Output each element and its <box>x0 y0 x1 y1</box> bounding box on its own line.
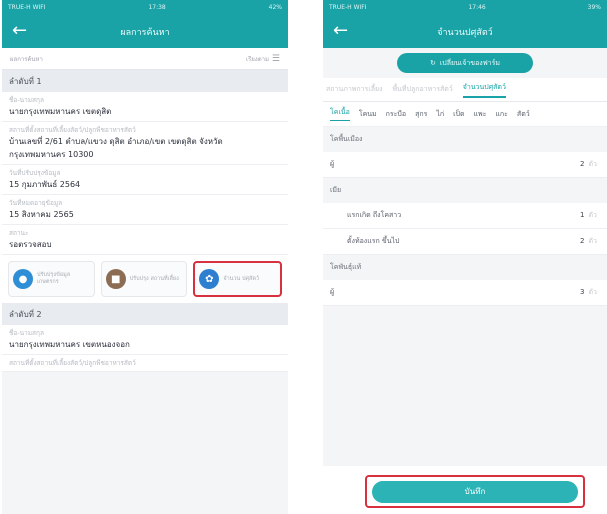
update-farmer-button[interactable]: ● ปรับปรุงข้อมูล เกษตรกร <box>8 261 95 297</box>
sort-icon: ☰ <box>271 53 280 64</box>
row-unit: ตัว <box>588 288 597 296</box>
user-icon: ● <box>13 269 33 289</box>
breed-group-title: โคพันธุ์แท้ <box>323 255 607 280</box>
sort-button[interactable]: เรียงตาม ☰ <box>246 54 280 64</box>
row-label: ผู้ <box>330 288 335 296</box>
field-label: วันที่หมดอายุข้อมูล <box>9 199 63 207</box>
count-row[interactable]: แรกเกิด ถึงโคสาว 1 ตัว <box>323 203 607 229</box>
row-count: 2 <box>580 237 585 245</box>
updated-date-field: วันที่ปรับปรุงข้อมูล 15 กุมภาพันธ์ 2564 <box>2 165 288 195</box>
action-label: ปรับปรุงข้อมูล เกษตรกร <box>37 272 71 285</box>
row-count: 2 <box>580 160 585 168</box>
status-value: รอตรวจสอบ <box>9 240 52 249</box>
field-label: ชื่อ-นามสกุล <box>9 96 44 104</box>
filter-bar: ผลการค้นหา เรียงตาม ☰ <box>2 48 288 70</box>
back-arrow-icon[interactable]: ← <box>333 21 348 41</box>
count-row[interactable]: ผู้ 2 ตัว <box>323 152 607 178</box>
tab-bar: สถานภาพการเลี้ยง พื้นที่ปลูกอาหารสัตว์ จ… <box>323 78 607 102</box>
name-field: ชื่อ-นามสกุล นายกรุงเทพมหานคร เขตดุสิต <box>2 92 288 122</box>
refresh-icon: ↻ <box>430 59 436 67</box>
animal-tab[interactable]: โคเนื้อ <box>330 107 350 121</box>
animal-tab[interactable]: เป็ด <box>453 109 464 120</box>
animal-tab[interactable]: สุกร <box>415 109 427 120</box>
row-label: ผู้ <box>330 160 335 168</box>
carrier-text: TRUE-H WIFI <box>8 4 46 11</box>
expiry-date-field: วันที่หมดอายุข้อมูล 15 สิงหาคม 2565 <box>2 195 288 225</box>
row-unit: ตัว <box>588 160 597 168</box>
clock-text: 17:38 <box>148 4 166 11</box>
building-icon: ■ <box>105 269 126 289</box>
change-owner-label: เปลี่ยนเจ้าของฟาร์ม <box>439 58 500 67</box>
row-label: ตั้งท้องแรก ขึ้นไป <box>347 237 400 245</box>
tab-livestock-count[interactable]: จำนวนปศุสัตว์ <box>462 82 506 98</box>
row-unit: ตัว <box>588 211 597 219</box>
update-farm-button[interactable]: ■ ปรับปรุง สถานที่เลี้ยง <box>100 261 188 297</box>
sort-label: เรียงตาม <box>245 55 269 63</box>
field-value: 15 กุมภาพันธ์ 2564 <box>9 180 81 189</box>
back-arrow-icon[interactable]: ← <box>12 21 27 41</box>
name-field: ชื่อ-นามสกุล นายกรุงเทพมหานคร เขตหนองจอก <box>2 325 288 355</box>
record-actions: ● ปรับปรุงข้อมูล เกษตรกร ■ ปรับปรุง สถาน… <box>2 255 288 303</box>
row-count: 3 <box>580 288 585 296</box>
row-label: แรกเกิด ถึงโคสาว <box>347 211 402 219</box>
count-row[interactable]: ตั้งท้องแรก ขึ้นไป 2 ตัว <box>323 229 607 255</box>
animal-type-tabs: โคเนื้อ โคนม กระบือ สุกร ไก่ เป็ด แพะ แก… <box>323 102 607 127</box>
page-title: จำนวนปศุสัตว์ <box>437 27 493 38</box>
status-bar: TRUE-H WIFI 17:38 42% <box>2 0 288 15</box>
field-label: สถานที่ตั้งสถานที่เลี้ยงสัตว์/ปลูกพืชอาห… <box>9 126 136 134</box>
page-title: ผลการค้นหา <box>120 27 170 38</box>
paw-icon: ✿ <box>199 269 220 289</box>
battery-text: 42% <box>268 4 282 11</box>
field-label: ชื่อ-นามสกุล <box>9 329 44 337</box>
search-results-screen: TRUE-H WIFI 17:38 42% ← ผลการค้นหา ผลการ… <box>2 0 288 514</box>
row-count: 1 <box>580 211 585 219</box>
nav-bar: ← ผลการค้นหา <box>2 15 288 48</box>
sub-group-title: เมีย <box>323 178 607 203</box>
location-field: สถานที่ตั้งสถานที่เลี้ยงสัตว์/ปลูกพืชอาห… <box>2 122 288 165</box>
field-value: นายกรุงเทพมหานคร เขตหนองจอก <box>9 340 130 349</box>
results-label: ผลการค้นหา <box>10 55 43 63</box>
field-label: สถานะ <box>9 229 29 237</box>
tab-raising-status[interactable]: สถานภาพการเลี้ยง <box>326 84 383 95</box>
animal-tab[interactable]: สัตว์ <box>517 109 530 120</box>
row-unit: ตัว <box>588 237 597 245</box>
field-value: 15 สิงหาคม 2565 <box>9 210 74 219</box>
animal-tab[interactable]: กระบือ <box>386 109 406 120</box>
location-field: สถานที่ตั้งสถานที่เลี้ยงสัตว์/ปลูกพืชอาห… <box>2 355 288 372</box>
animal-tab[interactable]: โคนม <box>359 109 377 120</box>
nav-bar: ← จำนวนปศุสัตว์ <box>323 15 607 48</box>
status-field: สถานะ รอตรวจสอบ <box>2 225 288 255</box>
field-value: นายกรุงเทพมหานคร เขตดุสิต <box>9 107 112 116</box>
battery-text: 39% <box>587 4 601 11</box>
field-label: สถานที่ตั้งสถานที่เลี้ยงสัตว์/ปลูกพืชอาห… <box>9 359 136 367</box>
field-label: วันที่ปรับปรุงข้อมูล <box>9 169 61 177</box>
action-label: จำนวน ปศุสัตว์ <box>223 275 260 282</box>
action-label: ปรับปรุง สถานที่เลี้ยง <box>129 275 179 282</box>
clock-text: 17:46 <box>468 4 486 11</box>
carrier-text: TRUE-H WIFI <box>329 4 367 11</box>
status-bar: TRUE-H WIFI 17:46 39% <box>323 0 607 15</box>
save-bar: บันทึก <box>323 466 607 514</box>
field-value: บ้านเลขที่ 2/61 ตำบล/แขวง ดุสิต อำเภอ/เข… <box>9 137 223 159</box>
animal-tab[interactable]: ไก่ <box>436 109 444 120</box>
record-heading: ลำดับที่ 2 <box>2 303 288 325</box>
save-button[interactable]: บันทึก <box>372 480 578 503</box>
switch-row: ↻ เปลี่ยนเจ้าของฟาร์ม <box>323 48 607 78</box>
animal-tab[interactable]: แกะ <box>495 109 508 120</box>
animal-tab[interactable]: แพะ <box>474 109 487 120</box>
record-heading: ลำดับที่ 1 <box>2 70 288 92</box>
count-row[interactable]: ผู้ 3 ตัว <box>323 280 607 306</box>
save-highlight: บันทึก <box>365 475 585 508</box>
livestock-screen: TRUE-H WIFI 17:46 39% ← จำนวนปศุสัตว์ ↻ … <box>323 0 607 514</box>
change-owner-button[interactable]: ↻ เปลี่ยนเจ้าของฟาร์ม <box>397 53 533 73</box>
tab-feed-area[interactable]: พื้นที่ปลูกอาหารสัตว์ <box>393 84 453 95</box>
livestock-count-button[interactable]: ✿ จำนวน ปศุสัตว์ <box>193 261 283 297</box>
breed-group-title: โคพื้นเมือง <box>323 127 607 152</box>
